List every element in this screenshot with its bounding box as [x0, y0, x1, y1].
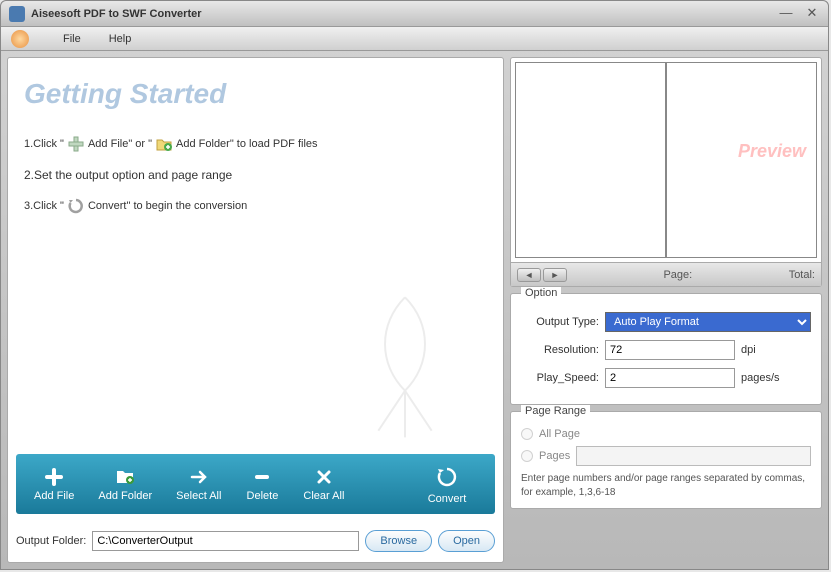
- minus-icon: [252, 467, 272, 487]
- output-folder-label: Output Folder:: [16, 535, 86, 547]
- convert-button[interactable]: Convert: [407, 460, 487, 509]
- preview-page-left: [515, 62, 666, 258]
- resolution-row: Resolution: dpi: [521, 340, 811, 360]
- prev-page-button[interactable]: ◄: [517, 268, 541, 282]
- window-controls: — ✕: [778, 6, 820, 22]
- step1-text-b: Add File" or ": [88, 138, 152, 150]
- resolution-unit: dpi: [741, 344, 756, 356]
- preview-nav: ◄ ► Page: Total:: [511, 262, 821, 286]
- convert-label: Convert: [428, 493, 467, 505]
- resolution-input[interactable]: [605, 340, 735, 360]
- resolution-label: Resolution:: [521, 344, 599, 356]
- add-folder-label: Add Folder: [98, 490, 152, 502]
- step3-text-a: 3.Click ": [24, 200, 64, 212]
- arrow-right-icon: [189, 467, 209, 487]
- page-range-fieldset: Page Range All Page Pages Enter page num…: [510, 411, 822, 509]
- add-file-button[interactable]: Add File: [24, 463, 84, 506]
- select-all-button[interactable]: Select All: [166, 463, 231, 506]
- folder-plus-icon: [115, 467, 135, 487]
- pdf-watermark-icon: [335, 284, 475, 444]
- preview-pages: Preview: [511, 58, 821, 262]
- pages-row: Pages: [521, 446, 811, 466]
- select-all-label: Select All: [176, 490, 221, 502]
- output-folder-input[interactable]: [92, 531, 359, 551]
- next-page-button[interactable]: ►: [543, 268, 567, 282]
- refresh-icon: [434, 464, 460, 490]
- all-page-radio[interactable]: [521, 428, 533, 440]
- pages-input[interactable]: [576, 446, 811, 466]
- minimize-button[interactable]: —: [778, 6, 794, 22]
- window-title: Aiseesoft PDF to SWF Converter: [31, 8, 778, 20]
- step-1: 1.Click " Add File" or " Add Folder" to …: [24, 134, 487, 154]
- option-fieldset: Option Output Type: Auto Play Format Res…: [510, 293, 822, 405]
- app-icon: [9, 6, 25, 22]
- nav-arrows: ◄ ►: [517, 268, 567, 282]
- close-button[interactable]: ✕: [804, 6, 820, 22]
- play-speed-row: Play_Speed: pages/s: [521, 368, 811, 388]
- total-label: Total:: [789, 269, 815, 281]
- app-window: Aiseesoft PDF to SWF Converter — ✕ File …: [0, 0, 829, 570]
- getting-started-panel: Getting Started 1.Click " Add File" or "…: [16, 66, 495, 454]
- pages-label: Pages: [539, 450, 570, 462]
- page-range-legend: Page Range: [521, 405, 590, 417]
- output-folder-row: Output Folder: Browse Open: [16, 528, 495, 554]
- add-file-label: Add File: [34, 490, 74, 502]
- toolbar: Add File Add Folder Select All: [16, 454, 495, 514]
- page-range-hint: Enter page numbers and/or page ranges se…: [521, 472, 811, 500]
- menu-file[interactable]: File: [49, 33, 95, 45]
- convert-icon: [66, 196, 86, 216]
- logo-icon: [11, 30, 29, 48]
- all-page-row: All Page: [521, 428, 811, 440]
- play-speed-unit: pages/s: [741, 372, 780, 384]
- output-type-label: Output Type:: [521, 316, 599, 328]
- step3-text-b: Convert" to begin the conversion: [88, 200, 247, 212]
- plus-icon: [44, 467, 64, 487]
- titlebar: Aiseesoft PDF to SWF Converter — ✕: [1, 1, 828, 27]
- x-icon: [314, 467, 334, 487]
- output-type-row: Output Type: Auto Play Format: [521, 312, 811, 332]
- browse-button[interactable]: Browse: [365, 530, 432, 552]
- pages-radio[interactable]: [521, 450, 533, 462]
- preview-box: Preview ◄ ► Page: Total:: [510, 57, 822, 287]
- all-page-label: All Page: [539, 428, 580, 440]
- page-label: Page:: [663, 269, 692, 281]
- output-type-select[interactable]: Auto Play Format: [605, 312, 811, 332]
- content-area: Getting Started 1.Click " Add File" or "…: [1, 51, 828, 569]
- getting-started-title: Getting Started: [24, 78, 487, 110]
- option-legend: Option: [521, 287, 561, 299]
- play-speed-input[interactable]: [605, 368, 735, 388]
- step1-text-a: 1.Click ": [24, 138, 64, 150]
- clear-all-label: Clear All: [303, 490, 344, 502]
- step-2: 2.Set the output option and page range: [24, 168, 487, 182]
- menubar: File Help: [1, 27, 828, 51]
- clear-all-button[interactable]: Clear All: [293, 463, 354, 506]
- right-panel: Preview ◄ ► Page: Total: Option Output T…: [510, 57, 822, 563]
- left-panel: Getting Started 1.Click " Add File" or "…: [7, 57, 504, 563]
- folder-plus-icon: [154, 134, 174, 154]
- step1-text-c: Add Folder" to load PDF files: [176, 138, 317, 150]
- preview-watermark: Preview: [738, 141, 806, 162]
- preview-page-right: Preview: [666, 62, 817, 258]
- open-button[interactable]: Open: [438, 530, 495, 552]
- delete-button[interactable]: Delete: [235, 463, 289, 506]
- play-speed-label: Play_Speed:: [521, 372, 599, 384]
- plus-icon: [66, 134, 86, 154]
- step-3: 3.Click " Convert" to begin the conversi…: [24, 196, 487, 216]
- delete-label: Delete: [247, 490, 279, 502]
- menu-help[interactable]: Help: [95, 33, 146, 45]
- add-folder-button[interactable]: Add Folder: [88, 463, 162, 506]
